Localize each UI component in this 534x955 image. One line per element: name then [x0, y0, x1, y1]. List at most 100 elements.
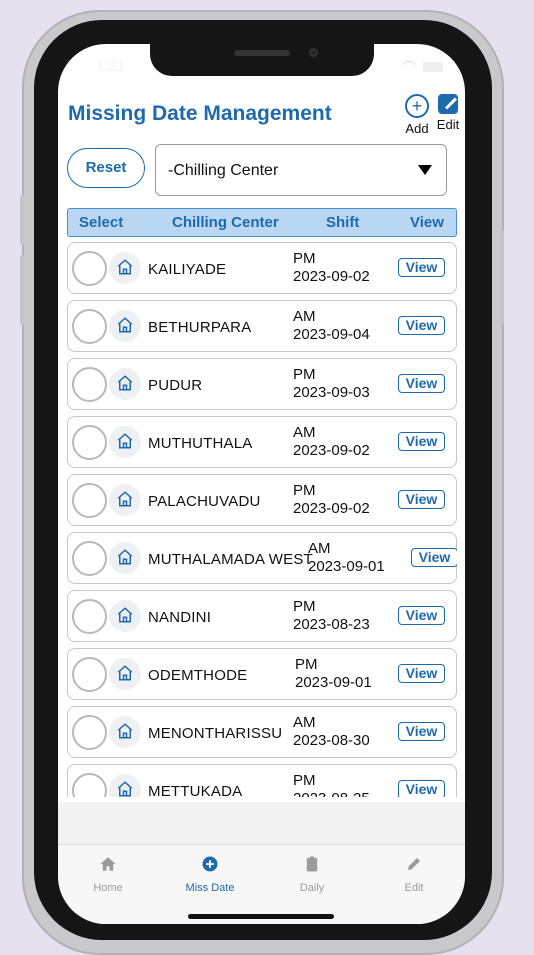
view-button[interactable]: View	[398, 374, 445, 393]
shift-date: 2023-08-25	[293, 790, 370, 797]
home-indicator	[188, 914, 334, 919]
shift-value: AM	[293, 308, 316, 325]
select-radio[interactable]	[72, 599, 107, 634]
chevron-down-icon	[418, 165, 432, 175]
home-icon	[109, 600, 141, 632]
view-button[interactable]: View	[398, 258, 445, 277]
select-radio[interactable]	[72, 773, 107, 797]
table-row: PALACHUVADU PM 2023-09-02 View	[67, 474, 457, 526]
center-name: NANDINI	[148, 609, 212, 626]
center-name: PALACHUVADU	[148, 493, 261, 510]
select-radio[interactable]	[72, 541, 107, 576]
shift-info: PM 2023-09-01	[295, 656, 372, 692]
reset-button[interactable]: Reset	[67, 148, 145, 188]
home-icon	[109, 542, 141, 574]
home-icon	[109, 774, 141, 797]
shift-value: PM	[293, 366, 316, 383]
center-name: BETHURPARA	[148, 319, 252, 336]
center-name: MUTHUTHALA	[148, 435, 253, 452]
table-row: ODEMTHODE PM 2023-09-01 View	[67, 648, 457, 700]
shift-info: AM 2023-09-01	[308, 540, 385, 576]
shift-value: AM	[293, 714, 316, 731]
select-radio[interactable]	[72, 367, 107, 402]
view-button[interactable]: View	[398, 606, 445, 625]
status-time: 1:21	[96, 58, 126, 75]
shift-info: AM 2023-08-30	[293, 714, 370, 750]
shift-value: AM	[293, 424, 316, 441]
shift-value: PM	[293, 772, 316, 789]
shift-value: PM	[293, 598, 316, 615]
tab-daily[interactable]: Daily	[272, 855, 352, 894]
chilling-center-dropdown[interactable]: -Chilling Center	[155, 144, 447, 196]
home-icon	[109, 368, 141, 400]
shift-info: PM 2023-08-23	[293, 598, 370, 634]
table-row: KAILIYADE PM 2023-09-02 View	[67, 242, 457, 294]
select-radio[interactable]	[72, 657, 107, 692]
view-button[interactable]: View	[398, 316, 445, 335]
tab-miss-date-label: Miss Date	[185, 882, 235, 894]
shift-date: 2023-09-02	[293, 268, 370, 285]
pencil-icon	[408, 858, 420, 870]
page-title: Missing Date Management	[68, 102, 332, 125]
plus-circle-icon: +	[405, 94, 429, 118]
home-icon	[109, 658, 141, 690]
dropdown-value: -Chilling Center	[168, 162, 279, 179]
home-icon	[100, 857, 116, 871]
plus-circle-icon	[202, 856, 218, 872]
view-button[interactable]: View	[398, 722, 445, 741]
tab-miss-date[interactable]: Miss Date	[170, 855, 250, 894]
center-name: ODEMTHODE	[148, 667, 248, 684]
tab-bar: Home Miss Date Daily Edit	[58, 844, 465, 924]
tab-home[interactable]: Home	[68, 855, 148, 894]
wifi-icon	[401, 60, 417, 73]
select-radio[interactable]	[72, 715, 107, 750]
edit-button[interactable]: Edit	[432, 94, 464, 132]
table-row: BETHURPARA AM 2023-09-04 View	[67, 300, 457, 352]
home-icon	[109, 252, 141, 284]
table-header: Select Chilling Center Shift View	[67, 208, 457, 237]
shift-date: 2023-09-03	[293, 384, 370, 401]
shift-date: 2023-08-30	[293, 732, 370, 749]
view-button[interactable]: View	[398, 664, 445, 683]
view-button[interactable]: View	[398, 432, 445, 451]
center-name: MENONTHARISSU	[148, 725, 283, 742]
center-list[interactable]: KAILIYADE PM 2023-09-02 View BETHURPARA …	[67, 242, 457, 797]
shift-date: 2023-09-02	[293, 442, 370, 459]
shift-info: AM 2023-09-04	[293, 308, 370, 344]
shift-value: PM	[295, 656, 318, 673]
view-button[interactable]: View	[398, 780, 445, 797]
shift-info: PM 2023-09-03	[293, 366, 370, 402]
header-shift: Shift	[326, 214, 360, 231]
table-row: MENONTHARISSU AM 2023-08-30 View	[67, 706, 457, 758]
tab-edit-label: Edit	[404, 882, 424, 894]
select-radio[interactable]	[72, 425, 107, 460]
table-row: METTUKADA PM 2023-08-25 View	[67, 764, 457, 797]
clipboard-icon	[306, 856, 318, 872]
select-radio[interactable]	[72, 251, 107, 286]
center-name: PUDUR	[148, 377, 203, 394]
select-radio[interactable]	[72, 309, 107, 344]
add-label: Add	[405, 121, 429, 136]
shift-info: AM 2023-09-02	[293, 424, 370, 460]
tab-home-label: Home	[93, 882, 123, 894]
camera-icon	[309, 48, 318, 57]
notch	[150, 44, 374, 76]
home-icon	[109, 426, 141, 458]
tab-edit[interactable]: Edit	[374, 855, 454, 894]
header-view: View	[410, 214, 444, 231]
status-icons	[401, 60, 443, 73]
view-button[interactable]: View	[411, 548, 457, 567]
tab-daily-label: Daily	[299, 882, 325, 894]
speaker-grill	[234, 50, 290, 56]
table-row: MUTHUTHALA AM 2023-09-02 View	[67, 416, 457, 468]
view-button[interactable]: View	[398, 490, 445, 509]
header-chilling-center: Chilling Center	[172, 214, 279, 231]
header-select: Select	[79, 214, 124, 231]
shift-value: AM	[308, 540, 331, 557]
home-icon	[109, 484, 141, 516]
select-radio[interactable]	[72, 483, 107, 518]
shift-value: PM	[293, 250, 316, 267]
shift-info: PM 2023-09-02	[293, 482, 370, 518]
add-button[interactable]: + Add	[402, 94, 432, 136]
list-footer	[58, 802, 465, 844]
